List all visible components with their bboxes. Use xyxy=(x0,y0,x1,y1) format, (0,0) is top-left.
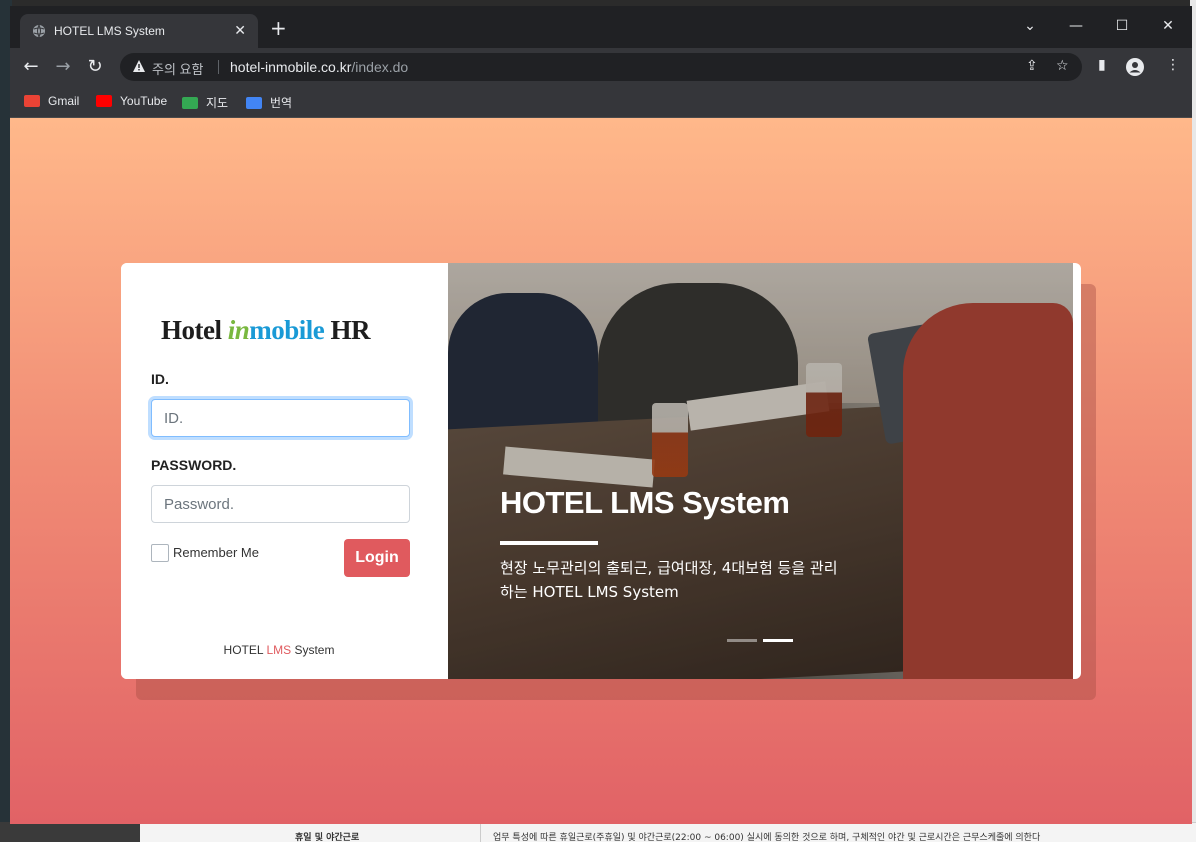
footer-accent: LMS xyxy=(266,643,292,657)
background-taskbar xyxy=(0,822,140,842)
footer-brand: HOTEL LMS System xyxy=(121,643,437,657)
hotel-inmobile-hr-logo: Hotel inmobile HR xyxy=(161,315,371,346)
id-label: ID. xyxy=(151,371,169,387)
footer-part2: System xyxy=(291,643,335,657)
login-pane: Hotel inmobile HR ID. PASSWORD. Remember… xyxy=(121,263,448,679)
bookmark-label: YouTube xyxy=(120,94,168,108)
hero-title: HOTEL LMS System xyxy=(500,485,790,520)
close-window-icon[interactable]: ✕ xyxy=(1148,12,1188,40)
share-icon[interactable]: ⇪ xyxy=(1026,58,1038,74)
bookmark-label: 지도 xyxy=(206,96,229,110)
logo-hr: HR xyxy=(330,315,371,345)
remember-me-checkbox[interactable] xyxy=(151,544,169,562)
page-viewport: Hotel inmobile HR ID. PASSWORD. Remember… xyxy=(10,118,1192,824)
maximize-icon[interactable]: ☐ xyxy=(1102,12,1142,40)
login-button[interactable]: Login xyxy=(344,539,410,577)
browser-toolbar: ← → ↻ 주의 요함 hotel-inmobile.co.kr/index.d… xyxy=(10,48,1192,86)
password-input[interactable] xyxy=(151,485,410,523)
globe-icon xyxy=(33,24,45,38)
logo-in: in xyxy=(227,315,250,345)
footer-part1: HOTEL xyxy=(223,643,267,657)
hero-description: 현장 노무관리의 출퇴근, 급여대장, 4대보험 등을 관리 하는 HOTEL … xyxy=(500,559,838,601)
browser-window: HOTEL LMS System ✕ + ⌄ — ☐ ✕ ← → ↻ 주의 요함… xyxy=(10,6,1192,824)
hero-carousel: HOTEL LMS System 현장 노무관리의 출퇴근, 급여대장, 4대보… xyxy=(448,263,1073,679)
background-document: 휴일 및 야간근로 업무 특성에 따른 휴일근로(주휴일) 및 야간근로(22:… xyxy=(140,822,1196,842)
carousel-indicator-1[interactable] xyxy=(727,639,757,642)
warning-icon[interactable] xyxy=(132,59,146,73)
security-label: 주의 요함 xyxy=(152,62,204,77)
forward-icon[interactable]: → xyxy=(52,56,74,78)
browser-tab[interactable]: HOTEL LMS System ✕ xyxy=(20,14,258,48)
bookmark-maps[interactable]: 지도 xyxy=(182,94,228,111)
profile-avatar-icon[interactable] xyxy=(1126,58,1144,76)
hero-overlay xyxy=(448,263,1073,679)
translate-icon xyxy=(246,97,262,109)
address-divider xyxy=(218,60,219,74)
maps-icon xyxy=(182,97,198,109)
id-input[interactable] xyxy=(151,399,410,437)
logo-hotel: Hotel xyxy=(161,315,222,345)
minimize-icon[interactable]: — xyxy=(1056,12,1096,40)
reload-icon[interactable]: ↻ xyxy=(84,56,106,78)
bookmark-star-icon[interactable]: ☆ xyxy=(1056,58,1069,74)
bookmark-translate[interactable]: 번역 xyxy=(246,94,292,111)
hero-title-underline xyxy=(500,541,598,545)
side-panel-icon[interactable]: ▮ xyxy=(1098,57,1106,73)
url-path: /index.do xyxy=(351,59,409,75)
bookmark-label: Gmail xyxy=(48,94,80,108)
youtube-icon xyxy=(96,95,112,107)
address-bar[interactable]: 주의 요함 hotel-inmobile.co.kr/index.do ⇪ ☆ xyxy=(120,53,1082,81)
bookmark-label: 번역 xyxy=(270,96,293,110)
password-label: PASSWORD. xyxy=(151,457,237,473)
bookmark-youtube[interactable]: YouTube xyxy=(96,94,167,108)
gmail-icon xyxy=(24,95,40,107)
bookmarks-bar: Gmail YouTube 지도 번역 xyxy=(10,86,1192,118)
bookmark-gmail[interactable]: Gmail xyxy=(24,94,79,108)
back-icon[interactable]: ← xyxy=(20,56,42,78)
tab-title: HOTEL LMS System xyxy=(54,24,165,38)
url-host: hotel-inmobile.co.kr xyxy=(230,59,352,75)
tab-search-icon[interactable]: ⌄ xyxy=(1010,12,1050,40)
background-doc-divider xyxy=(480,823,481,842)
url-text: hotel-inmobile.co.kr/index.do xyxy=(230,59,408,75)
remember-me-label[interactable]: Remember Me xyxy=(173,545,259,560)
tab-strip: HOTEL LMS System ✕ + ⌄ — ☐ ✕ xyxy=(10,6,1192,48)
logo-mobile: mobile xyxy=(249,315,325,345)
menu-kebab-icon[interactable]: ⋮ xyxy=(1166,57,1180,73)
login-card: Hotel inmobile HR ID. PASSWORD. Remember… xyxy=(121,263,1081,679)
background-doc-label: 휴일 및 야간근로 xyxy=(295,833,360,842)
carousel-indicator-2[interactable] xyxy=(763,639,793,642)
close-tab-icon[interactable]: ✕ xyxy=(234,23,246,39)
background-doc-text: 업무 특성에 따른 휴일근로(주휴일) 및 야간근로(22:00 ~ 06:00… xyxy=(493,833,1041,842)
new-tab-button[interactable]: + xyxy=(270,18,287,38)
